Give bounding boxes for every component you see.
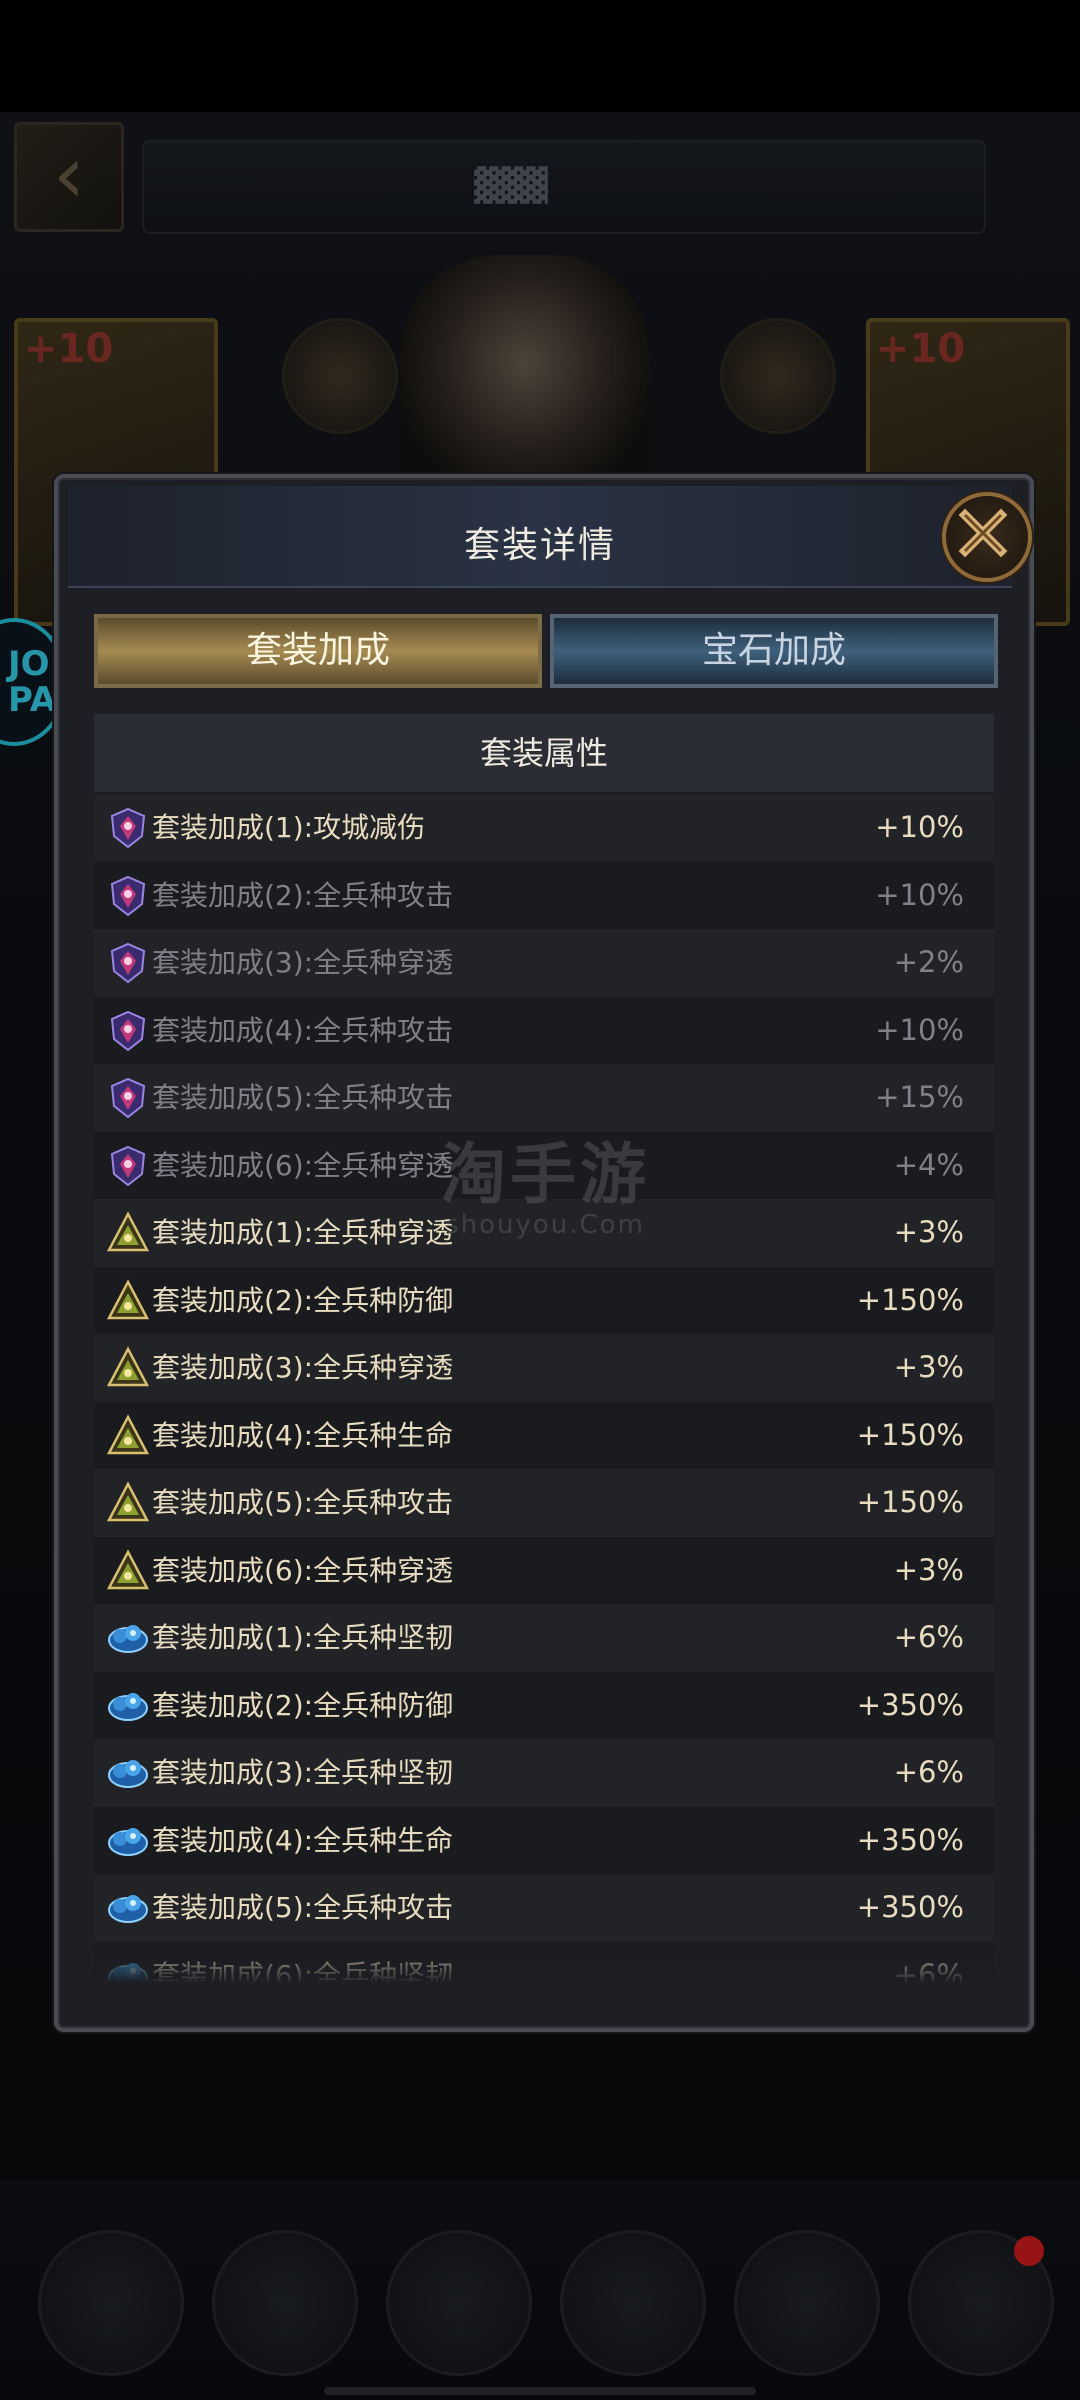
bonus-label: 套装加成(3):全兵种穿透 (152, 946, 454, 979)
blue-cloud-icon (106, 1886, 150, 1930)
bonus-value: +10% (875, 877, 964, 912)
bonus-label: 套装加成(6):全兵种穿透 (152, 1148, 454, 1182)
set-bonus-row: 套装加成(1):全兵种坚韧 +6% (94, 1604, 994, 1672)
bonus-label: 套装加成(1):全兵种穿透 (152, 1216, 454, 1249)
tab-gem-bonus[interactable]: 宝石加成 (550, 614, 998, 688)
set-bonus-row: 套装加成(3):全兵种穿透 +2% (94, 929, 994, 997)
set-bonus-row: 套装加成(2):全兵种攻击 +10% (94, 861, 994, 929)
set-bonus-row: 套装加成(6):全兵种穿透 +4% (94, 1131, 994, 1199)
tab-set-bonus[interactable]: 套装加成 (94, 614, 542, 688)
modal-title: 套装详情 (463, 525, 616, 566)
blue-cloud-icon (106, 1819, 150, 1863)
close-icon (958, 508, 1008, 558)
bonus-label: 套装加成(5):全兵种攻击 (152, 1081, 454, 1114)
bonus-value: +10% (875, 1012, 964, 1047)
scroll-fade (94, 1936, 994, 1984)
bonus-label: 套装加成(6):全兵种穿透 (152, 1553, 454, 1587)
bonus-value: +150% (856, 1282, 964, 1317)
bonus-label: 套装加成(5):全兵种攻击 (152, 1486, 454, 1519)
set-bonus-row: 套装加成(4):全兵种生命 +150% (94, 1401, 994, 1469)
bonus-value: +6% (893, 1620, 964, 1654)
bonus-value: +350% (856, 1822, 964, 1857)
purple-gem-icon (106, 874, 150, 918)
bonus-label: 套装加成(1):攻城减伤 (152, 811, 426, 844)
bonus-label: 套装加成(3):全兵种坚韧 (152, 1756, 454, 1789)
set-details-modal: 套装详情 套装加成 宝石加成 套装属性 套装加成(1):攻城减伤 +10% 套装加成… (54, 474, 1034, 2032)
set-bonus-row: 套装加成(5):全兵种攻击 +15% (94, 1064, 994, 1132)
purple-gem-icon (106, 1076, 150, 1120)
attribute-list: 套装加成(1):攻城减伤 +10% 套装加成(2):全兵种攻击 +10% 套装加成(3)… (94, 794, 994, 1982)
section-title: 套装属性 (94, 714, 994, 794)
purple-gem-icon (106, 941, 150, 985)
set-bonus-row: 套装加成(3):全兵种坚韧 +6% (94, 1739, 994, 1807)
gold-triangle-icon (106, 1548, 150, 1593)
bonus-label: 套装加成(2):全兵种攻击 (152, 878, 454, 912)
bonus-value: +2% (893, 945, 964, 979)
set-bonus-row: 套装加成(4):全兵种生命 +350% (94, 1806, 994, 1874)
set-bonus-row: 套装加成(5):全兵种攻击 +150% (94, 1469, 994, 1537)
set-bonus-row: 套装加成(3):全兵种穿透 +3% (94, 1334, 994, 1402)
modal-header: 套装详情 (68, 486, 1032, 588)
set-bonus-row: 套装加成(2):全兵种防御 +350% (94, 1671, 994, 1739)
purple-gem-icon (106, 806, 150, 850)
gold-triangle-icon (106, 1413, 150, 1458)
close-button[interactable] (942, 492, 1032, 582)
bonus-value: +3% (893, 1350, 964, 1384)
gold-triangle-icon (106, 1346, 150, 1390)
bonus-label: 套装加成(2):全兵种防御 (152, 1283, 454, 1317)
bonus-label: 套装加成(2):全兵种防御 (152, 1688, 454, 1722)
blue-cloud-icon (106, 1616, 150, 1660)
set-bonus-row: 套装加成(1):全兵种穿透 +3% (94, 1199, 994, 1267)
bonus-label: 套装加成(4):全兵种攻击 (152, 1013, 454, 1047)
set-bonus-row: 套装加成(4):全兵种攻击 +10% (94, 996, 994, 1064)
set-bonus-row: 套装加成(2):全兵种防御 +150% (94, 1266, 994, 1334)
bonus-value: +3% (893, 1552, 964, 1587)
bonus-label: 套装加成(3):全兵种穿透 (152, 1351, 454, 1384)
purple-gem-icon (106, 1009, 150, 1053)
bonus-value: +150% (856, 1417, 964, 1452)
set-bonus-row: 套装加成(1):攻城减伤 +10% (94, 794, 994, 862)
bonus-value: +3% (893, 1215, 964, 1249)
bonus-value: +15% (875, 1080, 964, 1114)
blue-cloud-icon (106, 1684, 150, 1728)
gold-triangle-icon (106, 1481, 150, 1525)
set-attributes-table[interactable]: 套装属性 套装加成(1):攻城减伤 +10% 套装加成(2):全兵种攻击 +10% 套装… (94, 714, 994, 1982)
blue-cloud-icon (106, 1751, 150, 1795)
bonus-value: +10% (875, 810, 964, 844)
set-bonus-row: 套装加成(6):全兵种穿透 +3% (94, 1536, 994, 1604)
bonus-value: +4% (893, 1147, 964, 1182)
gold-triangle-icon (106, 1278, 150, 1323)
purple-gem-icon (106, 1144, 150, 1188)
bonus-value: +350% (856, 1890, 964, 1924)
bonus-value: +6% (893, 1755, 964, 1789)
set-bonus-row: 套装加成(5):全兵种攻击 +350% (94, 1874, 994, 1942)
bonus-value: +350% (856, 1687, 964, 1722)
gold-triangle-icon (106, 1211, 150, 1255)
bonus-value: +150% (856, 1485, 964, 1519)
bonus-label: 套装加成(1):全兵种坚韧 (152, 1621, 454, 1654)
bonus-label: 套装加成(4):全兵种生命 (152, 1418, 454, 1452)
bonus-label: 套装加成(5):全兵种攻击 (152, 1891, 454, 1924)
bonus-label: 套装加成(4):全兵种生命 (152, 1823, 454, 1857)
